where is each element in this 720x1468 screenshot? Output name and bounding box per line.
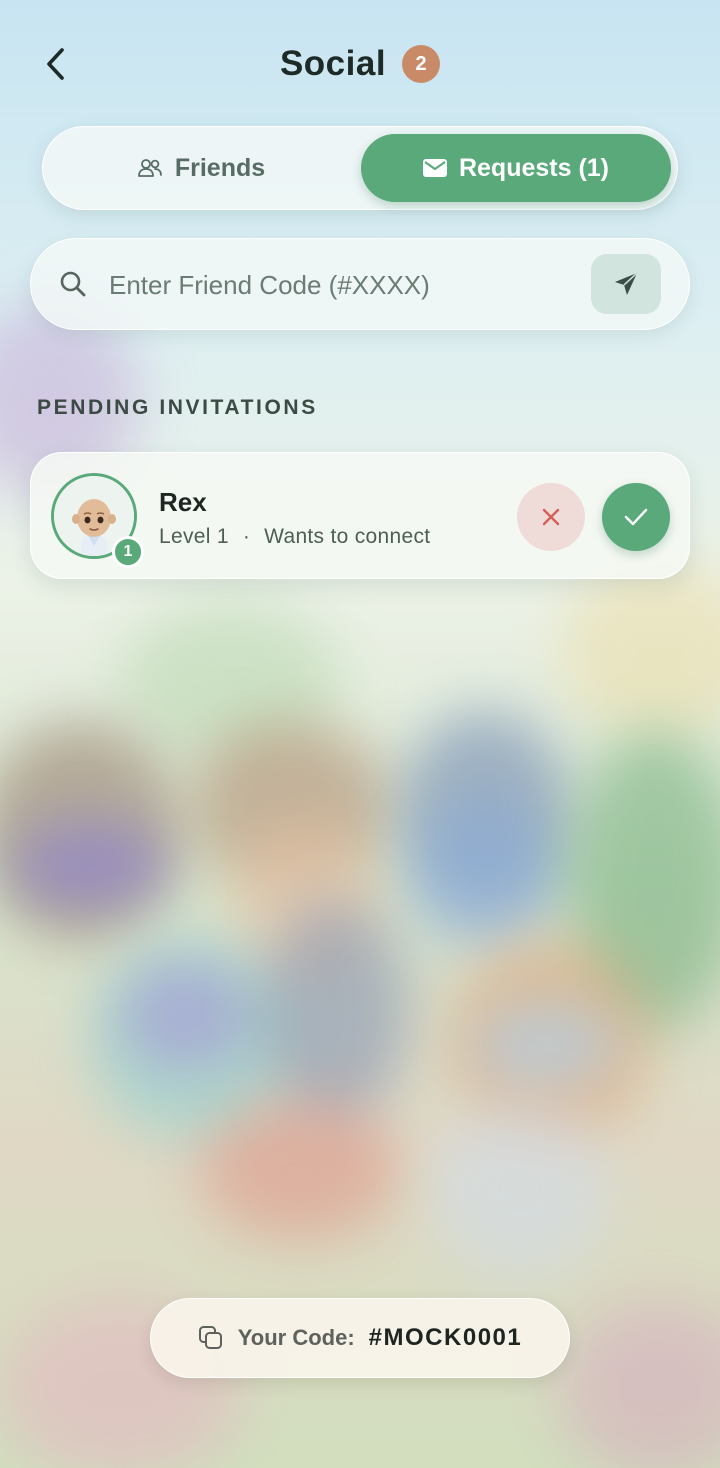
list-item: 1 Rex Level 1 · Wants to connect [30,452,690,579]
your-code-label: Your Code: [237,1325,355,1350]
close-icon [542,508,560,526]
your-code-value: #MOCK0001 [368,1324,523,1351]
decline-button[interactable] [517,483,585,551]
envelope-icon [422,159,447,177]
background-scene [0,0,720,1468]
send-request-button[interactable] [591,254,661,314]
people-icon [137,159,162,177]
meta-separator: · [242,525,251,548]
level-badge: 1 [112,536,144,568]
friend-code-search [30,238,690,330]
notification-badge: 2 [402,45,441,83]
request-status: Wants to connect [264,525,431,548]
search-icon [60,271,86,297]
tab-friends-label: Friends [174,153,266,182]
requester-name: Rex [159,487,207,517]
requester-level: Level 1 [159,525,229,548]
accept-button[interactable] [602,483,670,551]
friend-code-input[interactable] [109,263,589,307]
avatar: 1 [51,473,144,568]
copy-code-button[interactable]: Your Code: #MOCK0001 [150,1298,570,1378]
segmented-tabs: Friends Requests (1) [42,126,678,210]
tab-requests[interactable]: Requests (1) [361,134,671,202]
section-label: PENDING INVITATIONS [37,396,318,419]
checkmark-icon [624,508,648,526]
tab-requests-label: Requests (1) [458,153,610,182]
copy-icon [198,1326,222,1349]
page-title: Social [279,44,387,83]
request-meta: Level 1 · Wants to connect [159,525,430,549]
tab-friends[interactable]: Friends [51,134,351,202]
page-header: Social 2 [0,40,720,88]
send-icon [615,272,638,295]
